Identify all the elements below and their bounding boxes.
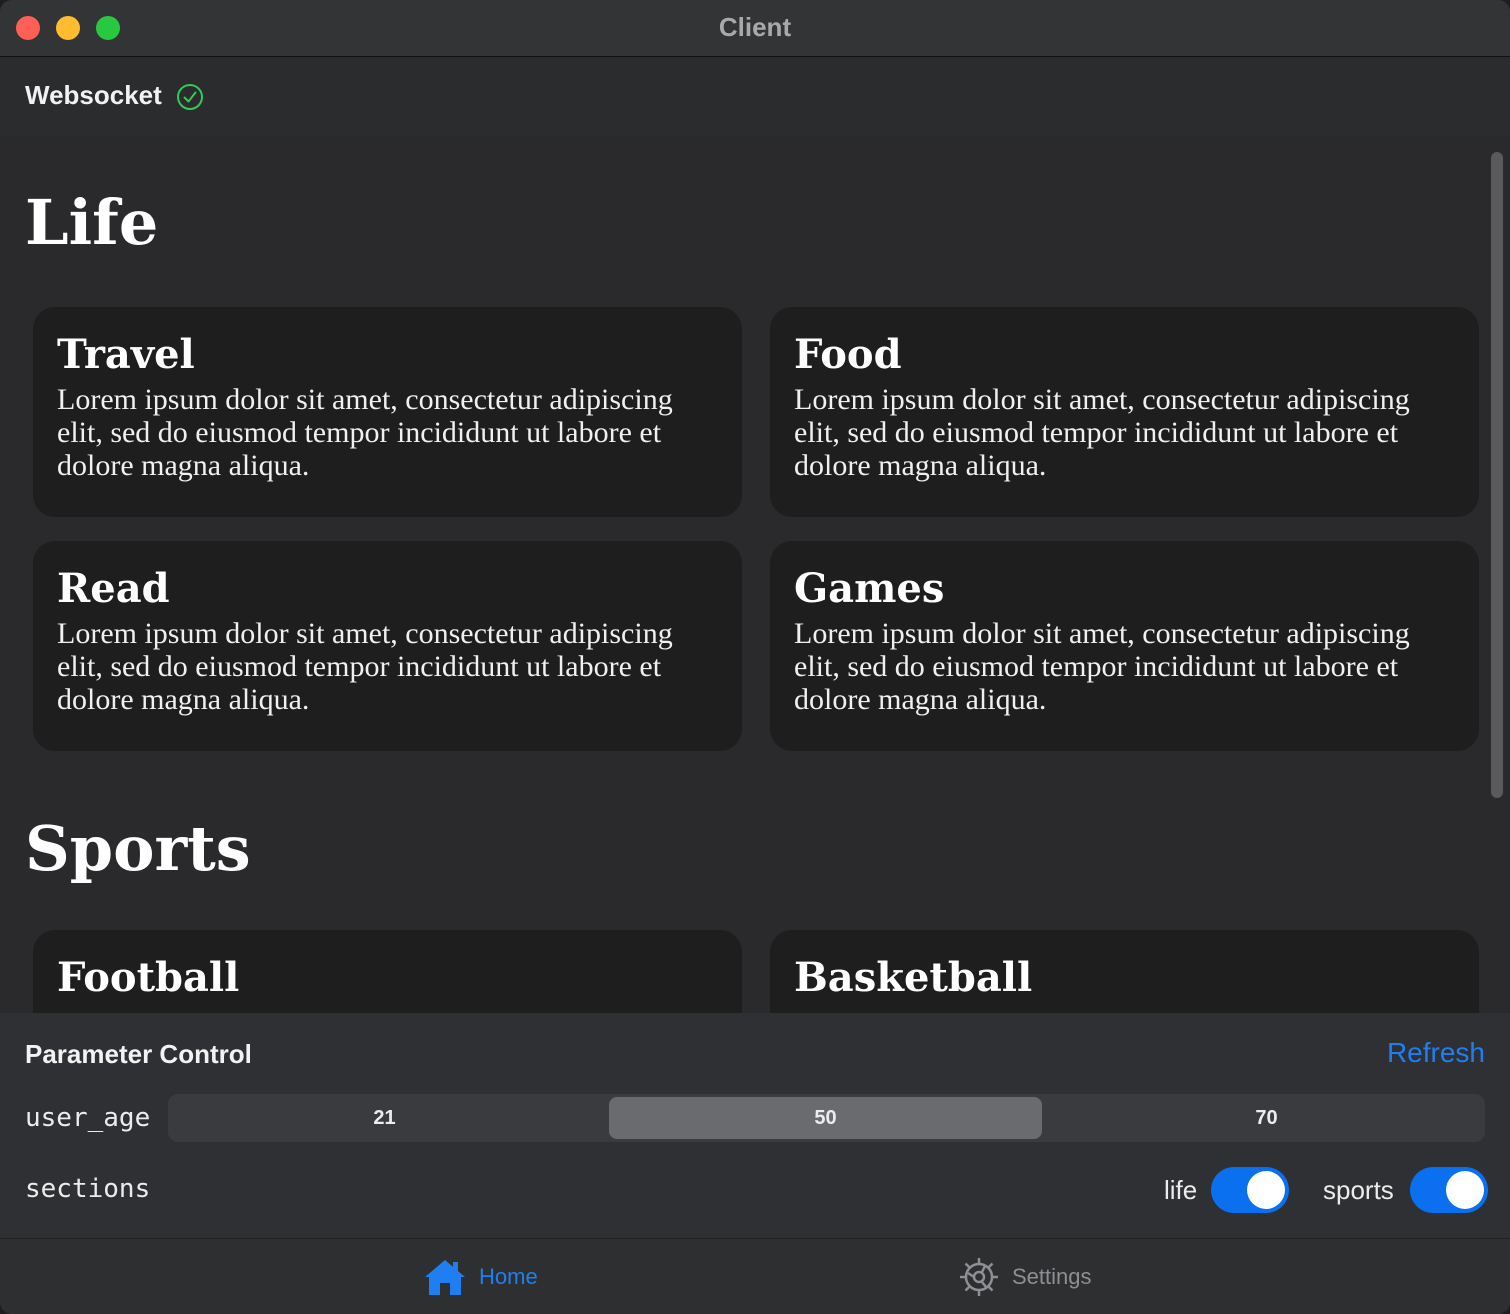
card-read[interactable]: Read Lorem ipsum dolor sit amet, consect…: [33, 541, 742, 751]
card-title: Basketball: [794, 954, 1033, 1001]
websocket-label: Websocket: [25, 80, 162, 110]
card-title: Read: [57, 565, 170, 612]
toggle-knob: [1247, 1171, 1285, 1209]
card-title: Games: [794, 565, 945, 612]
card-text: Lorem ipsum dolor sit amet, consectetur …: [57, 383, 673, 482]
parameter-control-title: Parameter Control: [25, 1039, 252, 1069]
title-bar: Client: [0, 0, 1510, 57]
toggle-knob: [1446, 1171, 1484, 1209]
card-title: Travel: [57, 331, 195, 378]
app-window: Client Websocket Life Travel Lorem ipsum…: [0, 0, 1510, 1314]
tab-bar: Home Settings: [0, 1238, 1510, 1314]
vertical-scrollbar[interactable]: [1491, 152, 1503, 798]
card-games[interactable]: Games Lorem ipsum dolor sit amet, consec…: [770, 541, 1479, 751]
check-circle-icon: [177, 84, 203, 110]
card-title: Food: [794, 331, 902, 378]
card-food[interactable]: Food Lorem ipsum dolor sit amet, consect…: [770, 307, 1479, 517]
tab-home-label: Home: [479, 1264, 538, 1289]
parameter-control-panel: Parameter Control Refresh user_age 21 50…: [0, 1013, 1510, 1238]
sections-label: sections: [25, 1174, 151, 1204]
connection-header: Websocket: [0, 58, 1510, 136]
section-title-life: Life: [25, 186, 159, 259]
user-age-segmented-control: 21 50 70: [168, 1094, 1485, 1142]
card-football[interactable]: Football: [33, 930, 742, 1013]
card-travel[interactable]: Travel Lorem ipsum dolor sit amet, conse…: [33, 307, 742, 517]
section-title-sports: Sports: [25, 812, 251, 885]
user-age-label: user_age: [25, 1103, 151, 1133]
refresh-button[interactable]: Refresh: [1387, 1037, 1485, 1069]
sports-toggle[interactable]: [1410, 1167, 1488, 1213]
life-toggle-label: life: [1164, 1175, 1198, 1205]
life-toggle[interactable]: [1211, 1167, 1289, 1213]
tab-settings-label: Settings: [1012, 1264, 1092, 1289]
user-age-option-21[interactable]: 21: [168, 1097, 601, 1139]
user-age-option-50[interactable]: 50: [609, 1097, 1042, 1139]
house-icon: [425, 1260, 465, 1295]
gear-icon: [960, 1258, 998, 1296]
content-scroll-area[interactable]: Life Travel Lorem ipsum dolor sit amet, …: [0, 136, 1510, 1013]
card-title: Football: [57, 954, 240, 1001]
user-age-option-70[interactable]: 70: [1050, 1097, 1483, 1139]
card-text: Lorem ipsum dolor sit amet, consectetur …: [57, 617, 673, 716]
tab-settings[interactable]: Settings: [958, 1255, 1092, 1299]
window-title: Client: [718, 12, 792, 42]
tab-home[interactable]: Home: [423, 1255, 538, 1299]
sports-toggle-label: sports: [1323, 1175, 1394, 1205]
card-text: Lorem ipsum dolor sit amet, consectetur …: [794, 617, 1410, 716]
card-basketball[interactable]: Basketball: [770, 930, 1479, 1013]
card-text: Lorem ipsum dolor sit amet, consectetur …: [794, 383, 1410, 482]
